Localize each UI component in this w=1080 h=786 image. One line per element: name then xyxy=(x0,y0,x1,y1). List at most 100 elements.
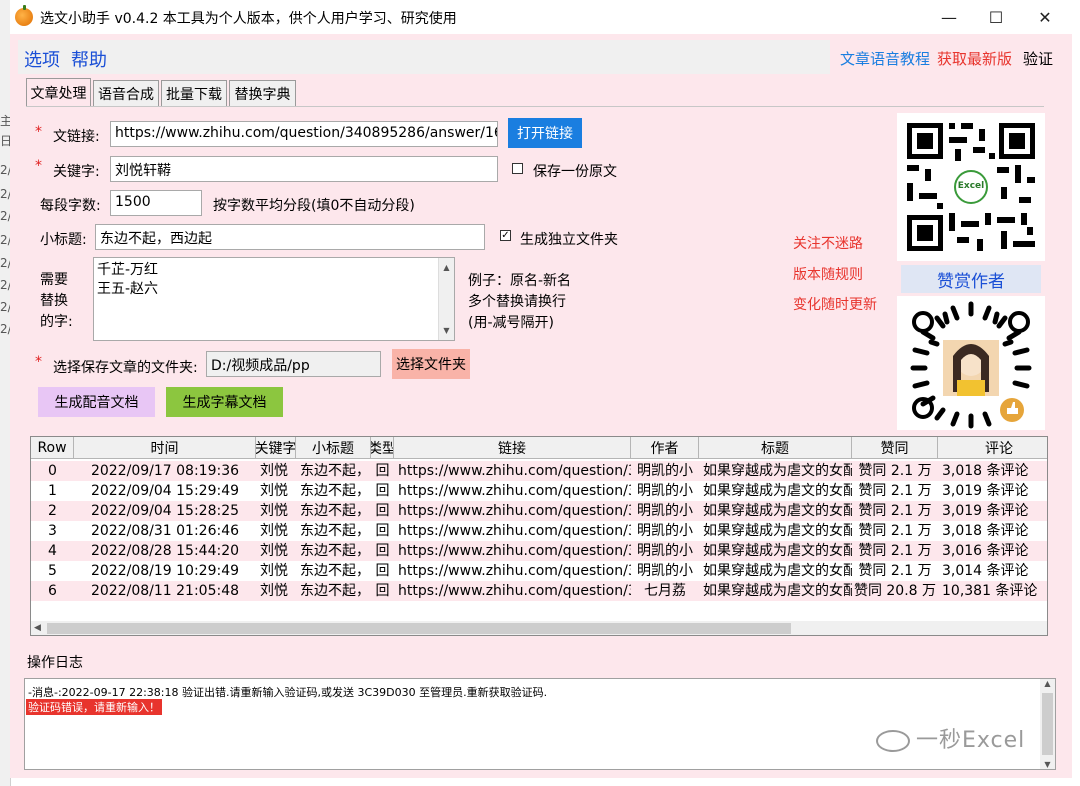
background-text: 2/ xyxy=(0,278,10,292)
background-text: 日 xyxy=(0,134,10,148)
cell-row: 4 xyxy=(48,543,57,559)
table-row[interactable]: 2 2022/09/04 15:28:25 刘悦 东边不起， 回 https://www.… xyxy=(31,501,1047,521)
column-header-author[interactable]: 作者 xyxy=(631,437,699,459)
example-line: 多个替换请换行 xyxy=(468,294,566,310)
menu-help[interactable]: 帮助 xyxy=(71,46,107,72)
link-input[interactable]: https://www.zhihu.com/question/340895286… xyxy=(110,121,498,147)
maximize-button[interactable]: ☐ xyxy=(973,0,1019,34)
side-note: 关注不迷路 xyxy=(793,236,863,252)
table-row[interactable]: 3 2022/08/31 01:26:46 刘悦 东边不起， 回 https://www.… xyxy=(31,521,1047,541)
window-title: 选文小助手 v0.4.2 本工具为个人版本，供个人用户学习、研究使用 xyxy=(40,11,457,27)
minimize-button[interactable]: — xyxy=(926,0,972,34)
cell-comments: 10,381 条评论 xyxy=(942,583,1038,599)
results-table[interactable]: Row 时间 关键字 小标题 类型 链接 作者 标题 赞同 评论 0 2022/0… xyxy=(30,436,1048,636)
cell-title: 如果穿越成为虐文的女配 xyxy=(703,543,852,559)
cell-link: https://www.zhihu.com/question/3 xyxy=(398,483,631,499)
choose-folder-button[interactable]: 选择文件夹 xyxy=(392,349,470,379)
log-scrollbar[interactable]: ▲ ▼ xyxy=(1040,679,1055,769)
cell-likes: 赞同 2.1 万 xyxy=(858,503,932,519)
cell-time: 2022/08/28 15:44:20 xyxy=(90,543,240,559)
subtitle-input[interactable]: 东边不起，西边起 xyxy=(95,224,485,250)
generate-subtitle-doc-button[interactable]: 生成字幕文档 xyxy=(166,387,283,417)
cell-keyword: 刘悦 xyxy=(260,583,288,599)
cell-subtitle: 东边不起， xyxy=(300,563,370,579)
keyword-input[interactable]: 刘悦轩鞯 xyxy=(110,156,498,182)
cell-subtitle: 东边不起， xyxy=(300,463,370,479)
wechat-tip-code-icon xyxy=(910,301,1032,429)
save-folder-input[interactable]: D:/视频成品/pp xyxy=(206,351,381,377)
tab-replace-dictionary[interactable]: 替换字典 xyxy=(229,80,296,106)
cell-time: 2022/08/11 21:05:48 xyxy=(90,583,240,599)
menu-bar xyxy=(18,40,830,74)
generate-voice-doc-button[interactable]: 生成配音文档 xyxy=(38,387,155,417)
cell-author: 明凯的小 xyxy=(637,503,693,519)
cell-type: 回 xyxy=(375,463,390,479)
open-link-button[interactable]: 打开链接 xyxy=(508,118,582,148)
cell-type: 回 xyxy=(375,523,390,539)
table-row[interactable]: 1 2022/09/04 15:29:49 刘悦 东边不起， 回 https://www.… xyxy=(31,481,1047,501)
background-text: 2/ xyxy=(0,163,10,177)
cell-title: 如果穿越成为虐文的女配 xyxy=(703,523,852,539)
column-header-link[interactable]: 链接 xyxy=(394,437,631,459)
per-segment-input[interactable]: 1500 xyxy=(110,190,202,216)
replace-textarea[interactable]: 千芷-万红 王五-赵六 ▲ ▼ xyxy=(93,257,455,341)
cell-row: 1 xyxy=(48,483,57,499)
voice-tutorial-link[interactable]: 文章语音教程 xyxy=(840,48,930,69)
cell-type: 回 xyxy=(375,543,390,559)
tip-author-label: 赞赏作者 xyxy=(901,265,1041,293)
tab-speech-synthesis[interactable]: 语音合成 xyxy=(93,80,159,106)
column-header-type[interactable]: 类型 xyxy=(371,437,394,459)
replace-line: 千芷-万红 xyxy=(97,262,159,278)
cell-row: 6 xyxy=(48,583,57,599)
tab-article-processing[interactable]: 文章处理 xyxy=(26,78,91,106)
cell-type: 回 xyxy=(375,583,390,599)
close-button[interactable]: ✕ xyxy=(1022,0,1068,34)
menu-options[interactable]: 选项 xyxy=(24,46,60,72)
cell-keyword: 刘悦 xyxy=(260,503,288,519)
independent-folder-checkbox[interactable]: ✓ xyxy=(500,230,511,241)
table-row[interactable]: 4 2022/08/28 15:44:20 刘悦 东边不起， 回 https://www.… xyxy=(31,541,1047,561)
column-header-time[interactable]: 时间 xyxy=(74,437,256,459)
replace-label: 需要 替换 的字: xyxy=(40,270,73,333)
cell-likes: 赞同 20.8 万 xyxy=(853,583,937,599)
cell-link: https://www.zhihu.com/question/3 xyxy=(398,503,631,519)
example-line: 例子：原名-新名 xyxy=(468,273,572,289)
save-folder-label: 选择保存文章的文件夹: xyxy=(53,360,198,376)
log-title: 操作日志 xyxy=(27,655,83,671)
tab-batch-download[interactable]: 批量下载 xyxy=(161,80,227,106)
get-latest-link[interactable]: 获取最新版 xyxy=(937,48,1012,69)
cell-comments: 3,018 条评论 xyxy=(942,523,1029,539)
column-header-title[interactable]: 标题 xyxy=(699,437,852,459)
verify-link[interactable]: 验证 xyxy=(1023,48,1053,69)
column-header-keyword[interactable]: 关键字 xyxy=(256,437,296,459)
column-header-row[interactable]: Row xyxy=(31,437,74,459)
replace-label-line: 需要 xyxy=(40,272,68,288)
table-row[interactable]: 0 2022/09/17 08:19:36 刘悦 东边不起， 回 https://www.… xyxy=(31,461,1047,481)
cell-title: 如果穿越成为虐文的女配 xyxy=(703,503,852,519)
keep-original-checkbox[interactable] xyxy=(512,163,523,174)
link-label: 文链接: xyxy=(53,129,100,145)
cell-row: 2 xyxy=(48,503,57,519)
cell-author: 明凯的小 xyxy=(637,563,693,579)
table-row[interactable]: 5 2022/08/19 10:29:49 刘悦 东边不起， 回 https://www.… xyxy=(31,561,1047,581)
column-header-subtitle[interactable]: 小标题 xyxy=(296,437,371,459)
cell-title: 如果穿越成为虐文的女配 xyxy=(703,483,852,499)
column-header-likes[interactable]: 赞同 xyxy=(852,437,938,459)
cell-row: 5 xyxy=(48,563,57,579)
cell-subtitle: 东边不起， xyxy=(300,503,370,519)
replace-scrollbar[interactable]: ▲ ▼ xyxy=(438,258,454,340)
column-header-comments[interactable]: 评论 xyxy=(938,437,1047,459)
table-row[interactable]: 6 2022/08/11 21:05:48 刘悦 东边不起， 回 https://www.… xyxy=(31,581,1047,601)
required-mark: * xyxy=(35,124,42,140)
replace-line: 王五-赵六 xyxy=(97,281,159,297)
replace-label-line: 的字: xyxy=(40,314,73,330)
cell-subtitle: 东边不起， xyxy=(300,483,370,499)
cell-comments: 3,016 条评论 xyxy=(942,543,1029,559)
cell-time: 2022/08/19 10:29:49 xyxy=(90,563,240,579)
cell-row: 3 xyxy=(48,523,57,539)
cell-time: 2022/09/04 15:29:49 xyxy=(90,483,240,499)
table-horizontal-scrollbar[interactable]: ◀ ▶ xyxy=(31,621,1047,635)
required-mark: * xyxy=(35,354,42,370)
cell-likes: 赞同 2.1 万 xyxy=(858,463,932,479)
replace-label-line: 替换 xyxy=(40,293,68,309)
